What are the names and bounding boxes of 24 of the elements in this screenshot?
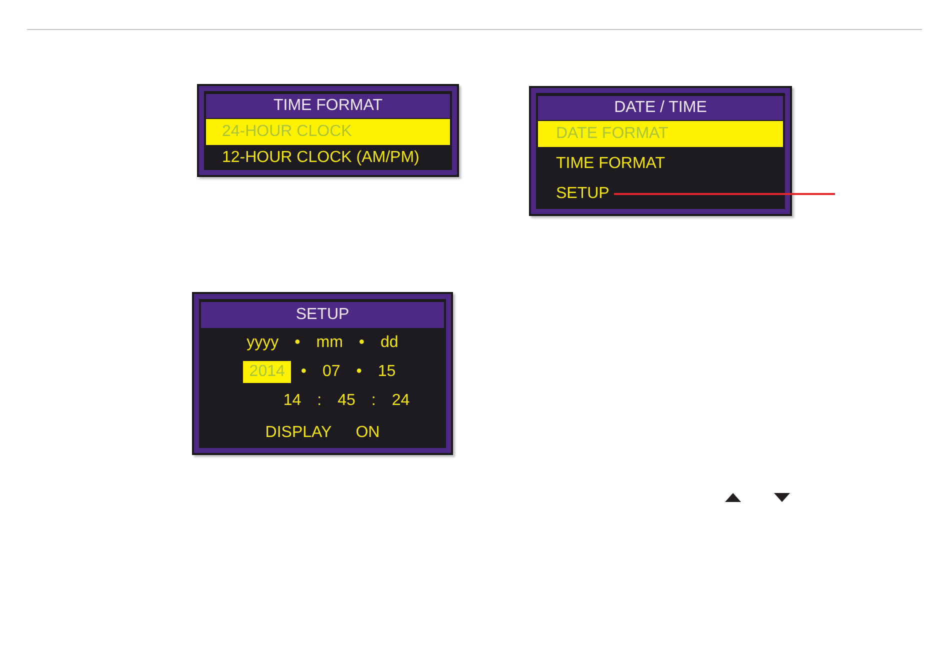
- setting-value[interactable]: yyyy: [240, 332, 285, 354]
- menu-item[interactable]: TIME FORMAT: [538, 151, 783, 177]
- setting-value[interactable]: 14: [277, 390, 308, 412]
- setting-value[interactable]: dd: [374, 332, 404, 354]
- separator: •: [294, 332, 300, 352]
- up-triangle-icon: [725, 493, 741, 502]
- menu-item[interactable]: SETUP: [538, 181, 783, 207]
- setting-value[interactable]: ON: [350, 422, 386, 444]
- menu-title: DATE / TIME: [538, 96, 783, 120]
- separator: :: [317, 390, 322, 410]
- setting-value[interactable]: 24: [386, 390, 416, 412]
- setting-value[interactable]: 07: [316, 360, 346, 382]
- setting-value[interactable]: 45: [332, 390, 362, 412]
- separator: •: [358, 332, 365, 352]
- menu-title: SETUP: [201, 302, 444, 328]
- separator: •: [300, 362, 306, 382]
- menu-item[interactable]: 12-HOUR CLOCK (AM/PM): [206, 145, 450, 171]
- menu-title: TIME FORMAT: [206, 94, 450, 118]
- setting-value[interactable]: mm: [310, 332, 349, 354]
- setting-value[interactable]: 15: [372, 360, 402, 382]
- setting-label: DISPLAY: [264, 422, 333, 442]
- down-triangle-icon: [774, 493, 790, 502]
- separator: :: [371, 390, 376, 410]
- separator: •: [356, 362, 362, 382]
